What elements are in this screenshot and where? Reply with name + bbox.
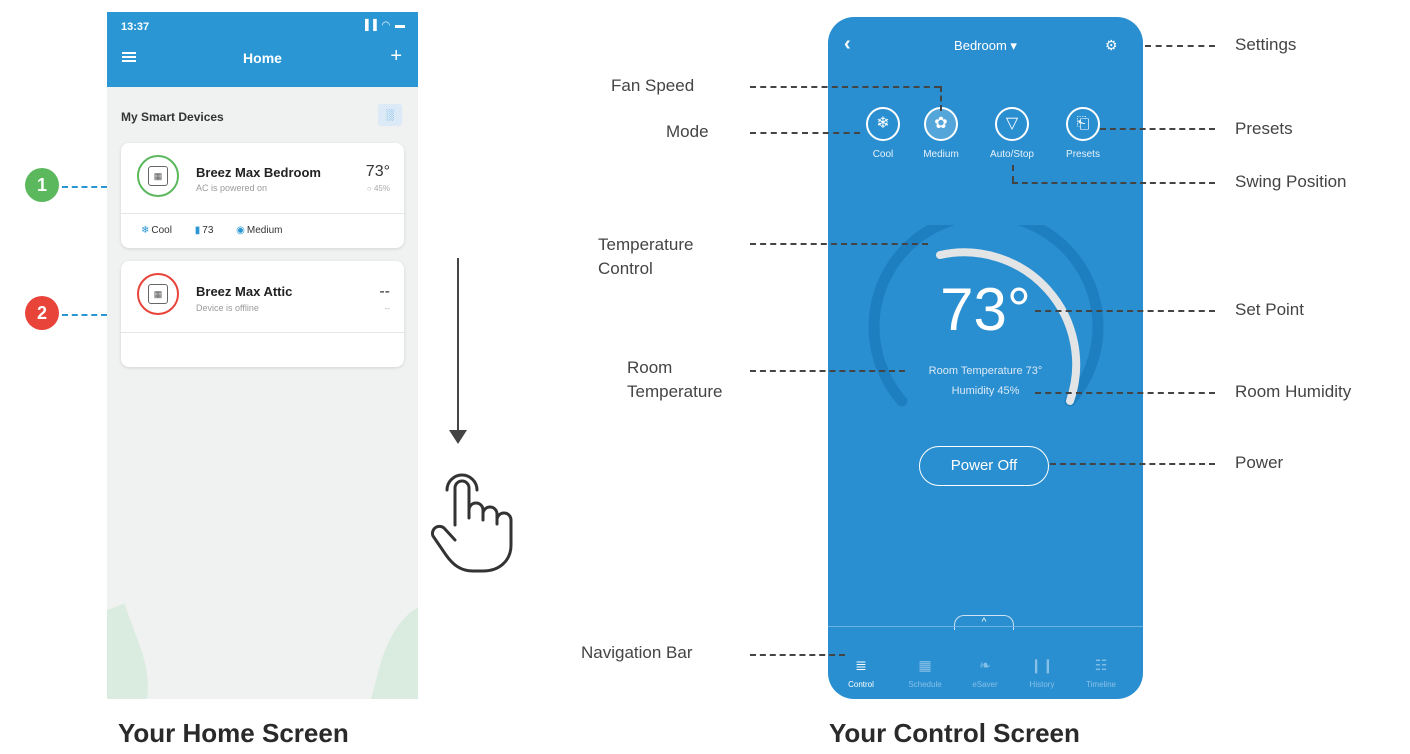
callout-presets: Presets: [1235, 119, 1293, 138]
settings-leader: [1145, 45, 1215, 47]
swing-label: Auto/Stop: [990, 149, 1034, 160]
presets-button[interactable]: ⎗: [1066, 107, 1100, 141]
status-icons: ▐▐ ◠ ▬: [361, 20, 406, 31]
callout-room-temperature: Room Temperature: [627, 356, 722, 404]
bar-chart-icon[interactable]: ░: [378, 104, 402, 126]
device-name: Breez Max Attic: [196, 284, 293, 299]
fan-value: Medium: [246, 225, 283, 236]
card-divider: [121, 213, 404, 214]
presets-label: Presets: [1066, 149, 1100, 160]
leaf-decoration: [107, 603, 166, 699]
nav-esaver[interactable]: ❧ eSaver: [960, 657, 1010, 689]
device-status: Device is offline: [196, 303, 259, 313]
callout-line: Control: [598, 259, 653, 278]
home-title: Home: [243, 50, 282, 66]
presets-leader: [1100, 128, 1215, 130]
home-caption: Your Home Screen: [118, 718, 349, 748]
leaf-icon: ❧: [979, 657, 991, 673]
device-temp: --: [379, 283, 390, 300]
callout-settings: Settings: [1235, 35, 1297, 54]
arrow-head-icon: [449, 430, 467, 444]
callout-line: Room: [627, 358, 673, 377]
gear-icon[interactable]: ⚙: [1105, 37, 1118, 54]
callout-line: Temperature: [598, 235, 694, 254]
device-humidity: --: [384, 304, 390, 313]
device-ring-offline: ▦: [137, 273, 179, 315]
callout-mode: Mode: [666, 122, 709, 141]
device-humidity: ○ 45%: [366, 184, 390, 193]
nav-control[interactable]: ≣ Control: [836, 657, 886, 689]
navigation-bar-leader: [750, 654, 845, 656]
thermostat-icon: ▦: [148, 284, 168, 304]
device-quick-status: ❄ Cool ▮ 73 ◉ Medium: [141, 225, 302, 236]
set-point-leader: [1035, 310, 1215, 312]
card-divider: [121, 332, 404, 333]
fan-label: Medium: [923, 149, 959, 160]
bar-chart-icon: ❙❙: [1030, 657, 1054, 673]
expand-icon[interactable]: ^: [954, 615, 1014, 630]
leaf-decoration: [367, 596, 418, 699]
callout-navigation-bar: Navigation Bar: [581, 643, 693, 662]
room-humidity-leader: [1035, 392, 1215, 394]
marker-1-leader: [62, 186, 107, 188]
room-temperature-leader: [750, 370, 905, 372]
marker-2: 2: [25, 296, 59, 330]
callout-fan-speed: Fan Speed: [611, 76, 695, 95]
home-header: 13:37 ▐▐ ◠ ▬ Home +: [107, 12, 418, 87]
temperature-control-leader: [750, 243, 928, 245]
nav-schedule[interactable]: ▦ Schedule: [900, 657, 950, 689]
callout-line: Temperature: [627, 382, 723, 401]
marker-1: 1: [25, 168, 59, 202]
nav-label: eSaver: [972, 680, 998, 689]
swing-leader: [1012, 182, 1215, 184]
device-card-bedroom[interactable]: ▦ Breez Max Bedroom AC is powered on 73°…: [121, 143, 404, 248]
cool-mode-button[interactable]: ❄: [866, 107, 900, 141]
nav-label: Timeline: [1086, 680, 1116, 689]
device-name: Breez Max Bedroom: [196, 165, 321, 180]
callout-swing-position: Swing Position: [1235, 172, 1347, 191]
nav-history[interactable]: ❙❙ History: [1017, 657, 1067, 689]
calendar-icon: ▦: [918, 657, 932, 673]
callout-room-humidity: Room Humidity: [1235, 382, 1352, 401]
thermometer-icon: ▮: [194, 225, 201, 236]
add-device-button[interactable]: +: [390, 45, 402, 68]
section-title: My Smart Devices: [121, 110, 224, 124]
nav-label: History: [1029, 680, 1055, 689]
power-leader: [1050, 463, 1215, 465]
nav-timeline[interactable]: ☷ Timeline: [1076, 657, 1126, 689]
tap-hand-icon: [431, 473, 513, 573]
device-status: AC is powered on: [196, 183, 268, 193]
device-temp: 73°: [365, 163, 390, 180]
fan-speed-leader: [940, 86, 942, 111]
mode-leader: [750, 132, 860, 134]
mode-value: Cool: [151, 225, 172, 236]
nav-label: Control: [848, 680, 874, 689]
timeline-icon: ☷: [1094, 657, 1108, 673]
setpoint-value: 73: [202, 225, 214, 236]
callout-power: Power: [1235, 453, 1284, 472]
thermostat-icon: ▦: [148, 166, 168, 186]
fan-speed-button[interactable]: ✿: [924, 107, 958, 141]
callout-set-point: Set Point: [1235, 300, 1304, 319]
device-ring-online: ▦: [137, 155, 179, 197]
power-button[interactable]: Power Off: [919, 446, 1049, 486]
control-screen: ‹ Bedroom ▾ ⚙ ❄ ✿ ▽ ⎗ Cool Medium Auto/S…: [828, 17, 1143, 699]
room-selector[interactable]: Bedroom ▾: [828, 38, 1143, 54]
room-humidity: Humidity 45%: [951, 385, 1020, 397]
fan-icon: ◉: [236, 225, 245, 236]
swipe-down-arrow: [457, 258, 459, 438]
sliders-icon: ≣: [855, 657, 867, 673]
snowflake-icon: ❄: [141, 225, 150, 236]
callout-temperature-control: Temperature Control: [598, 233, 693, 281]
nav-divider: [828, 626, 1143, 627]
status-time: 13:37: [121, 21, 150, 33]
fan-speed-leader: [750, 86, 940, 88]
swing-leader: [1012, 165, 1014, 182]
marker-2-leader: [62, 314, 107, 316]
home-screen: 13:37 ▐▐ ◠ ▬ Home + My Smart Devices ░ ▦…: [107, 12, 418, 699]
device-card-attic[interactable]: ▦ Breez Max Attic Device is offline -- -…: [121, 261, 404, 367]
swing-button[interactable]: ▽: [995, 107, 1029, 141]
nav-label: Schedule: [908, 680, 942, 689]
control-caption: Your Control Screen: [829, 718, 1080, 748]
